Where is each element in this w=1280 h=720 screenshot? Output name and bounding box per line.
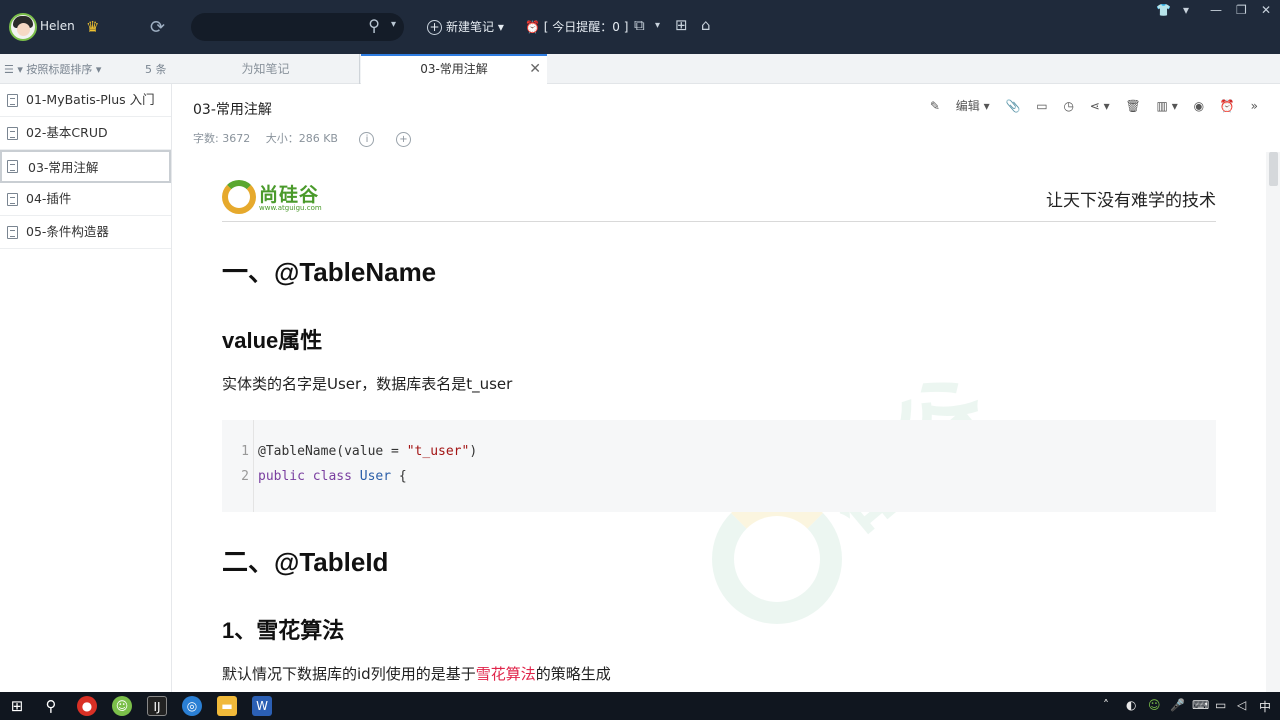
scrollbar[interactable] [1266, 152, 1280, 692]
note-view: 03-常用注解 字数: 3672 大小：286 KB i + ✎ 编辑 ▾ 📎 … [172, 84, 1280, 692]
microphone-icon[interactable]: 🎤 [1170, 698, 1185, 712]
username[interactable]: Helen [40, 19, 75, 33]
word-icon[interactable]: W [252, 696, 272, 716]
note-label: 03-常用注解 [28, 160, 99, 175]
code-block[interactable]: 1 @TableName(value = "t_user") 2 public … [222, 420, 1216, 512]
document-icon [7, 160, 18, 173]
skin-icon[interactable]: 👕 [1156, 3, 1171, 17]
edit-icon: ✎ [929, 99, 940, 113]
chevron-down-icon[interactable]: ▾ [655, 20, 660, 31]
read-mode-icon[interactable]: ▥ ▾ [1157, 99, 1178, 113]
code-line: 2 public class User { [241, 469, 407, 484]
file-explorer-icon[interactable]: ▬ [217, 696, 237, 716]
restore-icon[interactable]: ❐ [1236, 3, 1247, 17]
chrome-icon[interactable]: ● [77, 696, 97, 716]
tab-bar: ☰ ▾ 按照标题排序 ▾ 5 条 为知笔记 03-常用注解 ✕ [0, 54, 1280, 84]
grid-icon[interactable]: ⊞ [675, 16, 688, 34]
browser-icon[interactable]: ◎ [182, 696, 202, 716]
network-icon[interactable]: ▭ [1215, 698, 1226, 712]
heading-2: 1、雪花算法 [222, 618, 345, 643]
alarm-icon: ⏰ [525, 20, 540, 34]
reminder-label: [ 今日提醒：0 ] [543, 20, 629, 34]
search-input[interactable]: ⚲ ▾ [191, 13, 404, 41]
note-label: 01-MyBatis-Plus 入门 [26, 92, 155, 107]
external-link-icon[interactable]: ⧉ [634, 16, 645, 34]
list-item[interactable]: 04-插件 [0, 183, 171, 216]
close-icon[interactable]: ✕ [1261, 3, 1271, 17]
tray-wiznote-icon[interactable]: ☺ [1148, 698, 1161, 712]
new-note-label: 新建笔记 [446, 20, 495, 34]
note-toolbar: ✎ 编辑 ▾ 📎 ▭ ◷ ⋖ ▾ 🗑 ▥ ▾ ◉ ⏰ » [906, 97, 1258, 114]
heading-1: 一、@TableName [222, 257, 437, 287]
atguigu-logo: 尚硅谷 www.atguigu.com [222, 180, 352, 218]
new-note-button[interactable]: + 新建笔记 ▾ [427, 18, 504, 35]
word-count: 字数: 3672 [193, 132, 251, 145]
note-label: 05-条件构造器 [26, 224, 109, 239]
note-label: 04-插件 [26, 191, 72, 206]
taskbar: ⊞ ⚲ ● ☺ IJ ◎ ▬ W ˄ ◐ ☺ 🎤 ⌨ ▭ ◁ 中 [0, 692, 1280, 720]
note-count: 5 条 [145, 63, 167, 76]
tray-app-icon[interactable]: ◐ [1126, 698, 1136, 712]
note-size: 大小：286 KB [265, 132, 338, 145]
tab-label: 03-常用注解 [420, 62, 488, 76]
weibo-icon[interactable]: ◉ [1194, 99, 1204, 113]
home-icon[interactable]: ⌂ [701, 16, 711, 34]
list-item[interactable]: 05-条件构造器 [0, 216, 171, 249]
windows-start-icon[interactable]: ⊞ [7, 696, 27, 716]
close-tab-icon[interactable]: ✕ [529, 56, 541, 83]
edit-button[interactable]: ✎ 编辑 ▾ [918, 99, 990, 113]
sort-dropdown[interactable]: ☰ ▾ 按照标题排序 ▾ [4, 61, 101, 77]
keyboard-icon[interactable]: ⌨ [1192, 698, 1209, 712]
search-icon[interactable]: ⚲ [368, 16, 380, 35]
info-icon[interactable]: i [359, 132, 375, 147]
paragraph: 实体类的名字是User，数据库表名是t_user [222, 375, 513, 393]
avatar[interactable] [9, 13, 37, 41]
document-body: 尚硅谷 www.atguigu.com 让天下没有难学的技术 一、@TableN… [222, 176, 1216, 684]
note-meta: 字数: 3672 大小：286 KB i + [193, 130, 423, 147]
heading-1: 二、@TableId [222, 547, 389, 577]
ime-indicator[interactable]: 中 [1259, 698, 1271, 715]
menu-icon[interactable]: ▾ [1183, 3, 1189, 17]
volume-icon[interactable]: ◁ [1237, 698, 1246, 712]
document-icon [7, 226, 18, 239]
doc-header: 尚硅谷 www.atguigu.com 让天下没有难学的技术 [222, 176, 1216, 222]
more-icon[interactable]: » [1251, 99, 1258, 113]
tab-current-note[interactable]: 03-常用注解 ✕ [361, 54, 547, 84]
list-item[interactable]: 02-基本CRUD [0, 117, 171, 150]
sort-label: 按照标题排序 [26, 63, 93, 76]
edit-label: 编辑 [955, 99, 980, 113]
slogan: 让天下没有难学的技术 [1046, 191, 1216, 211]
share-icon[interactable]: ⋖ ▾ [1090, 99, 1110, 113]
tray-chevron-icon[interactable]: ˄ [1103, 698, 1109, 712]
sync-icon[interactable]: ⟳ [150, 17, 165, 38]
delete-icon[interactable]: 🗑 [1125, 99, 1140, 113]
note-list: 01-MyBatis-Plus 入门 02-基本CRUD 03-常用注解 04-… [0, 84, 172, 692]
document-icon [7, 94, 18, 107]
search-icon[interactable]: ⚲ [41, 696, 61, 716]
plus-icon: + [427, 20, 442, 35]
crown-icon[interactable]: ♛ [86, 18, 99, 36]
wiznote-icon[interactable]: ☺ [112, 696, 132, 716]
reminder-button[interactable]: ⏰ [ 今日提醒：0 ] [525, 18, 628, 35]
paragraph: 默认情况下数据库的id列使用的是基于雪花算法的策略生成 [222, 665, 611, 683]
list-icon: ☰ [4, 63, 14, 76]
attachment-icon[interactable]: 📎 [1005, 99, 1020, 113]
note-label: 02-基本CRUD [26, 125, 108, 140]
list-item[interactable]: 01-MyBatis-Plus 入门 [0, 84, 171, 117]
document-icon [7, 193, 18, 206]
code-line: 1 @TableName(value = "t_user") [241, 444, 478, 459]
history-icon[interactable]: ◷ [1063, 99, 1073, 113]
heading-2: value属性 [222, 328, 323, 353]
note-title[interactable]: 03-常用注解 [193, 99, 272, 119]
document-icon [7, 127, 18, 140]
chevron-down-icon[interactable]: ▾ [391, 19, 396, 30]
intellij-icon[interactable]: IJ [147, 696, 167, 716]
minimize-icon[interactable]: — [1210, 3, 1222, 17]
alarm-icon[interactable]: ⏰ [1220, 99, 1235, 113]
top-bar: Helen ♛ ⟳ ⚲ ▾ + 新建笔记 ▾ ⏰ [ 今日提醒：0 ] ⧉ ▾ ⊞… [0, 0, 1280, 54]
add-tag-icon[interactable]: + [395, 132, 411, 147]
list-item-selected[interactable]: 03-常用注解 [0, 150, 171, 183]
tab-wiz-notes[interactable]: 为知笔记 [172, 54, 360, 84]
comment-icon[interactable]: ▭ [1036, 99, 1047, 113]
